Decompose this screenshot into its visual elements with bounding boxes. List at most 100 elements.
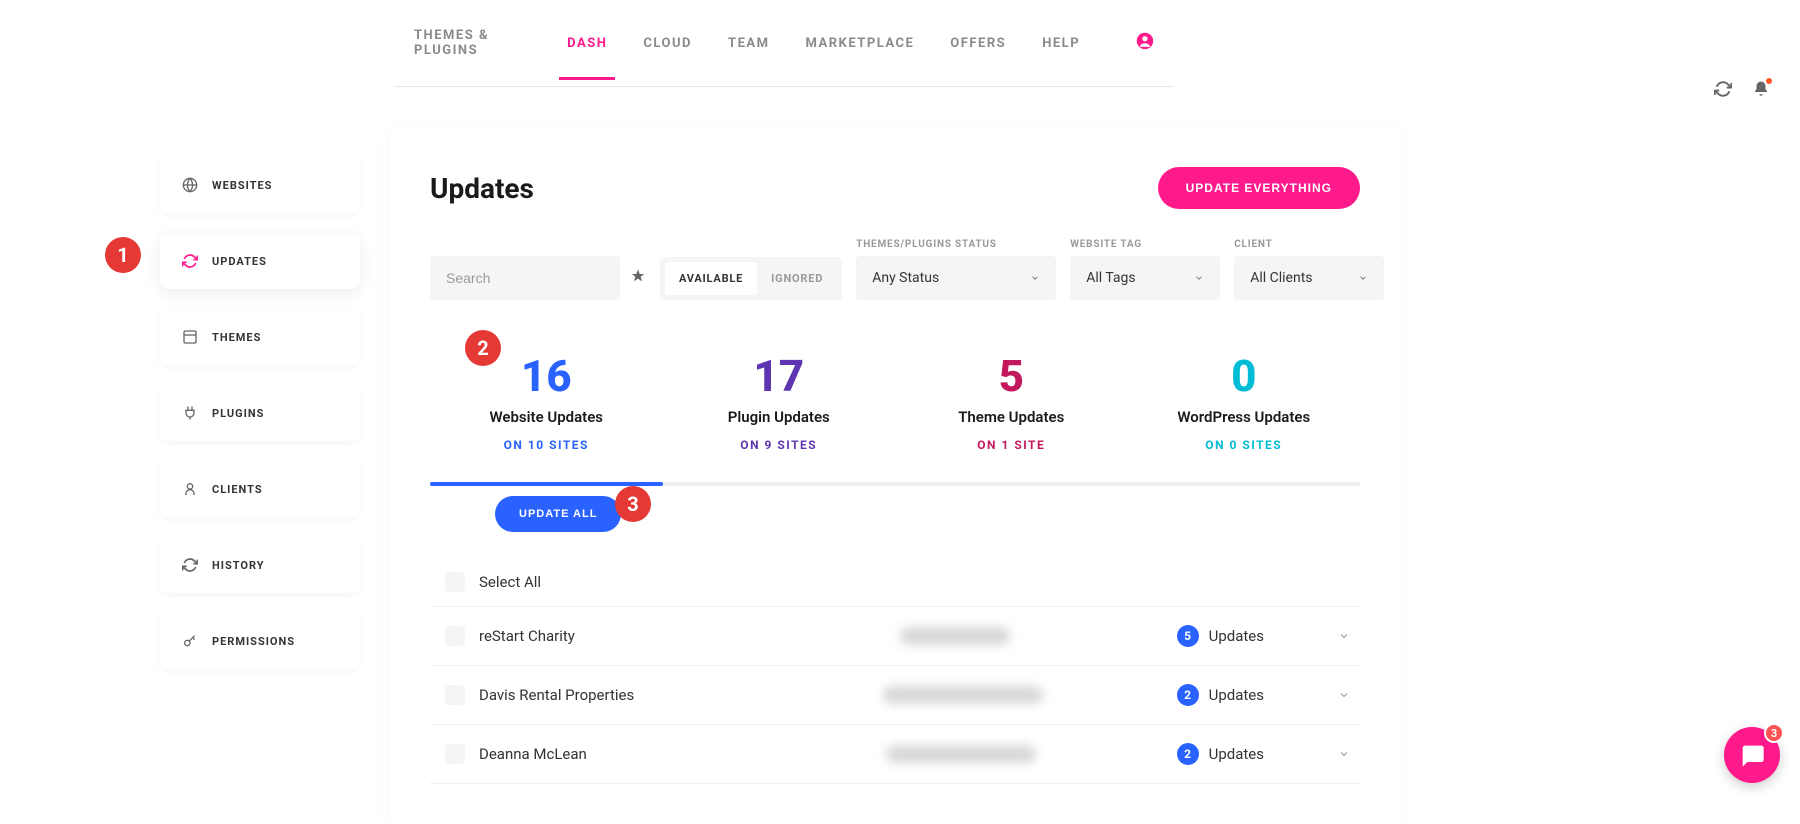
chevron-down-icon xyxy=(1194,273,1204,283)
stat-sites: ON 0 SITES xyxy=(1128,438,1361,452)
layout: 1 WEBSITES UPDATES THEMES PLU xyxy=(0,87,1800,824)
stat-label: Plugin Updates xyxy=(663,408,896,426)
toggle-available[interactable]: AVAILABLE xyxy=(665,262,757,295)
toggle-ignored[interactable]: IGNORED xyxy=(757,262,837,295)
list-row: Deanna McLean 2 Updates xyxy=(430,725,1360,784)
sidebar-label: UPDATES xyxy=(212,255,267,268)
chevron-down-icon xyxy=(1358,273,1368,283)
filter-status: THEMES/PLUGINS STATUS Any Status xyxy=(856,239,1056,300)
stats-row: 2 16 Website Updates ON 10 SITES 17 Plug… xyxy=(430,330,1360,482)
chat-icon xyxy=(1738,741,1766,769)
list-row: Davis Rental Properties 2 Updates xyxy=(430,666,1360,725)
select-value: Any Status xyxy=(872,270,939,286)
select-client[interactable]: All Clients xyxy=(1234,256,1384,300)
stat-number: 5 xyxy=(895,350,1128,402)
annotation-marker-3: 3 xyxy=(615,486,651,522)
expand-row-icon[interactable] xyxy=(1338,627,1350,646)
filters-row: AVAILABLE IGNORED THEMES/PLUGINS STATUS … xyxy=(430,239,1360,300)
expand-row-icon[interactable] xyxy=(1338,745,1350,764)
row-domain-blurred xyxy=(886,745,1036,763)
plug-icon xyxy=(182,405,198,421)
updates-badge: 2 Updates xyxy=(1177,743,1264,765)
update-everything-button[interactable]: UPDATE EVERYTHING xyxy=(1158,167,1360,209)
bell-icon[interactable] xyxy=(1752,80,1770,102)
badge-text: Updates xyxy=(1209,686,1264,704)
sidebar-item-themes[interactable]: THEMES xyxy=(160,309,360,365)
row-domain-blurred xyxy=(900,627,1010,645)
sidebar-item-plugins[interactable]: PLUGINS xyxy=(160,385,360,441)
badge-text: Updates xyxy=(1209,745,1264,763)
row-domain-blurred xyxy=(883,686,1043,704)
select-value: All Tags xyxy=(1086,270,1135,286)
row-name[interactable]: Davis Rental Properties xyxy=(479,686,809,704)
stats-underline-active xyxy=(430,482,663,486)
page-title: Updates xyxy=(430,172,534,205)
nav-offers[interactable]: OFFERS xyxy=(950,8,1006,79)
badge-count: 2 xyxy=(1177,743,1199,765)
row-checkbox[interactable] xyxy=(445,685,465,705)
search-input[interactable] xyxy=(430,256,620,300)
top-nav: THEMES & PLUGINS DASH CLOUD TEAM MARKETP… xyxy=(394,0,1174,87)
sidebar-item-clients[interactable]: CLIENTS xyxy=(160,461,360,517)
select-tag[interactable]: All Tags xyxy=(1070,256,1220,300)
stat-label: Theme Updates xyxy=(895,408,1128,426)
nav-dash[interactable]: DASH xyxy=(567,8,607,79)
key-icon xyxy=(182,633,198,649)
history-icon xyxy=(182,557,198,573)
sidebar-item-updates[interactable]: UPDATES xyxy=(160,233,360,289)
select-all-checkbox[interactable] xyxy=(445,572,465,592)
stat-number: 16 xyxy=(430,350,663,402)
nav-help[interactable]: HELP xyxy=(1042,8,1080,79)
sidebar-item-permissions[interactable]: PERMISSIONS xyxy=(160,613,360,669)
main-content: Updates UPDATE EVERYTHING AVAILABLE IGNO… xyxy=(390,127,1400,824)
badge-count: 5 xyxy=(1177,625,1199,647)
select-all-label: Select All xyxy=(479,573,809,591)
stat-number: 0 xyxy=(1128,350,1361,402)
stat-plugin-updates[interactable]: 17 Plugin Updates ON 9 SITES xyxy=(663,330,896,482)
update-all-wrap: UPDATE ALL 3 xyxy=(430,496,1360,532)
nav-marketplace[interactable]: MARKETPLACE xyxy=(806,8,915,79)
stat-sites: ON 10 SITES xyxy=(430,438,663,452)
search-wrap xyxy=(430,256,646,300)
nav-themes-plugins[interactable]: THEMES & PLUGINS xyxy=(414,0,531,86)
user-icon xyxy=(182,481,198,497)
filter-tag: WEBSITE TAG All Tags xyxy=(1070,239,1220,300)
stat-wordpress-updates[interactable]: 0 WordPress Updates ON 0 SITES xyxy=(1128,330,1361,482)
annotation-marker-1: 1 xyxy=(105,237,141,273)
list-row: reStart Charity 5 Updates xyxy=(430,607,1360,666)
nav-cloud[interactable]: CLOUD xyxy=(643,8,692,79)
select-status[interactable]: Any Status xyxy=(856,256,1056,300)
badge-text: Updates xyxy=(1209,627,1264,645)
avatar-icon[interactable] xyxy=(1136,32,1154,54)
sidebar-item-history[interactable]: HISTORY xyxy=(160,537,360,593)
nav-items: THEMES & PLUGINS DASH CLOUD TEAM MARKETP… xyxy=(414,0,1154,86)
refresh-icon xyxy=(182,253,198,269)
filter-client: CLIENT All Clients xyxy=(1234,239,1384,300)
row-name[interactable]: reStart Charity xyxy=(479,627,809,645)
annotation-marker-2: 2 xyxy=(465,330,501,366)
globe-icon xyxy=(182,177,198,193)
updates-badge: 2 Updates xyxy=(1177,684,1264,706)
expand-row-icon[interactable] xyxy=(1338,686,1350,705)
sidebar-item-websites[interactable]: WEBSITES xyxy=(160,157,360,213)
stat-sites: ON 1 SITE xyxy=(895,438,1128,452)
refresh-icon[interactable] xyxy=(1714,80,1732,102)
top-right-icons xyxy=(1714,80,1770,102)
row-checkbox[interactable] xyxy=(445,744,465,764)
sidebar-label: WEBSITES xyxy=(212,179,272,192)
chat-widget[interactable]: 3 xyxy=(1724,727,1780,783)
row-name[interactable]: Deanna McLean xyxy=(479,745,809,763)
star-icon[interactable] xyxy=(630,268,646,288)
sidebar: 1 WEBSITES UPDATES THEMES PLU xyxy=(160,157,360,669)
list-header: Select All xyxy=(430,558,1360,607)
badge-count: 2 xyxy=(1177,684,1199,706)
filter-label: CLIENT xyxy=(1234,239,1384,250)
nav-team[interactable]: TEAM xyxy=(728,8,769,79)
filter-label: THEMES/PLUGINS STATUS xyxy=(856,239,1056,250)
layout-icon xyxy=(182,329,198,345)
stat-theme-updates[interactable]: 5 Theme Updates ON 1 SITE xyxy=(895,330,1128,482)
row-checkbox[interactable] xyxy=(445,626,465,646)
update-all-button[interactable]: UPDATE ALL xyxy=(495,496,621,532)
sidebar-label: HISTORY xyxy=(212,559,265,572)
stat-label: WordPress Updates xyxy=(1128,408,1361,426)
